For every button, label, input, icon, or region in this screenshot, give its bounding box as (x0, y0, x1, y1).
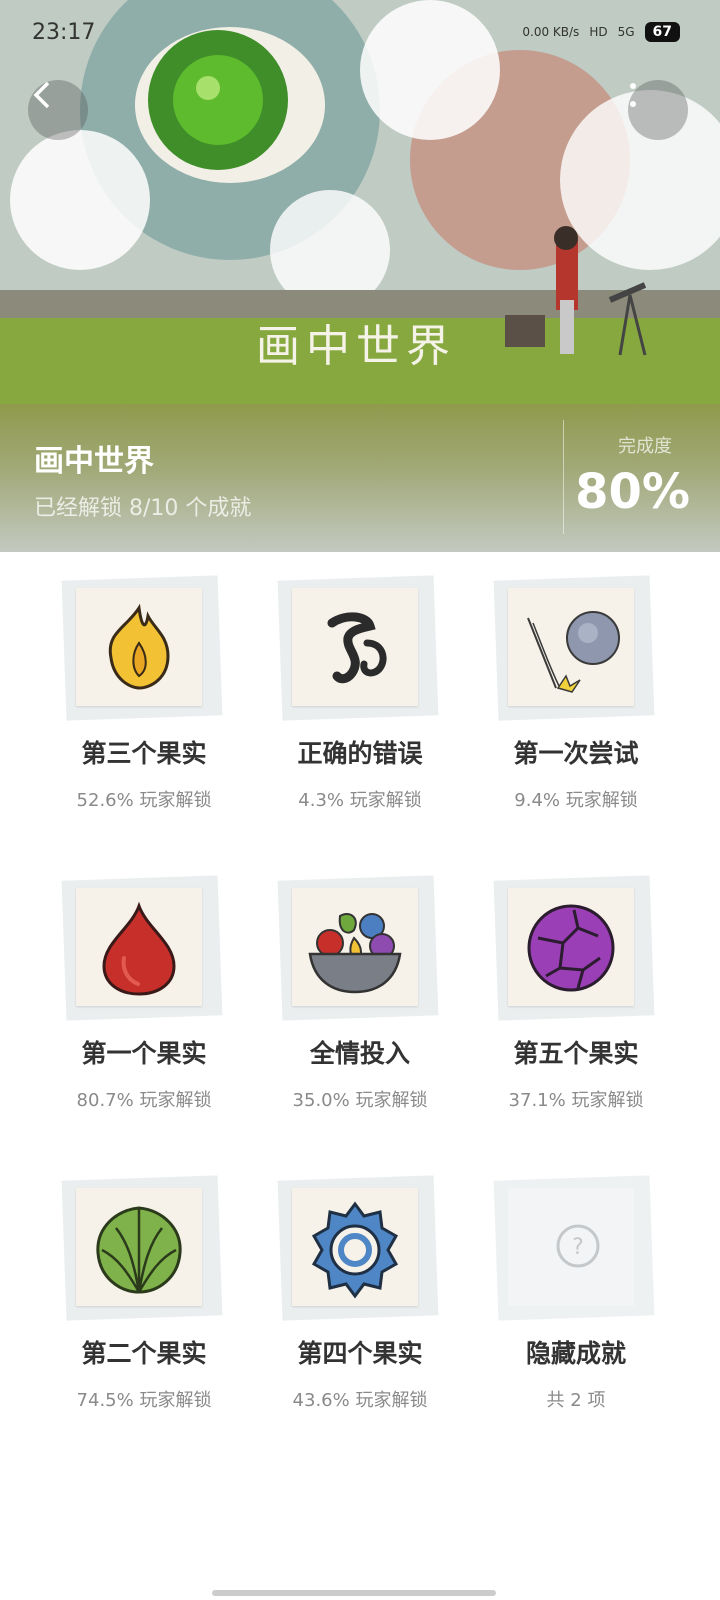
home-indicator[interactable] (212, 1590, 496, 1596)
achievement-unlock-rate: 9.4% 玩家解锁 (514, 790, 638, 811)
achievement-unlock-rate: 37.1% 玩家解锁 (508, 1090, 644, 1111)
completion-value: 80% (575, 464, 690, 520)
signal-icon: 5G (617, 25, 635, 39)
achievement-title: 第五个果实 (513, 1039, 639, 1068)
more-vertical-icon (630, 83, 636, 107)
game-info-header: 画中世界 已经解锁 8/10 个成就 完成度 80% (0, 404, 720, 552)
achievement-title: 隐藏成就 (525, 1339, 626, 1368)
card-paper (76, 1188, 202, 1306)
battery-icon: 67 (644, 22, 680, 42)
achievement-title: 正确的错误 (297, 739, 423, 768)
puff-ball-icon (527, 611, 620, 693)
achievement-unlock-rate: 74.5% 玩家解锁 (76, 1390, 212, 1411)
achievement-unlock-rate: 80.7% 玩家解锁 (76, 1090, 212, 1111)
purple-cracked-ball-icon (527, 904, 615, 992)
card-paper: ? (508, 1188, 634, 1306)
more-options-button[interactable] (628, 80, 688, 140)
red-drop-fruit-icon (102, 901, 176, 996)
back-button[interactable] (28, 80, 88, 140)
achievement-title: 全情投入 (309, 1039, 410, 1068)
fruit-bowl-icon (308, 912, 402, 994)
achievement-unlock-rate: 35.0% 玩家解锁 (292, 1090, 428, 1111)
card-paper (508, 588, 634, 706)
achievement-title: 第四个果实 (297, 1339, 423, 1368)
achievement-card[interactable]: 第四个果实 43.6% 玩家解锁 (252, 1175, 468, 1426)
green-leaf-fruit-icon (96, 1206, 182, 1294)
achievement-card[interactable]: 第一次尝试 9.4% 玩家解锁 (468, 575, 684, 826)
swirl-symbol-icon (327, 612, 387, 684)
achievement-card[interactable]: 第二个果实 74.5% 玩家解锁 (36, 1175, 252, 1426)
achievement-card[interactable]: 全情投入 35.0% 玩家解锁 (252, 875, 468, 1126)
svg-text:?: ? (572, 1235, 584, 1260)
completion-label: 完成度 (618, 436, 672, 457)
banner-logo-text: 画中世界 (256, 321, 456, 372)
hidden-question-icon: ? (556, 1224, 600, 1268)
achievement-grid: 第三个果实 52.6% 玩家解锁 正确的错误 4.3% 玩家解锁 第一次尝试 9… (36, 575, 684, 1426)
status-bar: 23:17 0.00 KB/s HD 5G 67 (0, 0, 720, 70)
unlock-summary: 已经解锁 8/10 个成就 (34, 496, 252, 521)
achievement-title: 第二个果实 (81, 1339, 207, 1368)
achievement-card[interactable]: 第三个果实 52.6% 玩家解锁 (36, 575, 252, 826)
card-paper (292, 888, 418, 1006)
achievement-title: 第一次尝试 (513, 739, 639, 768)
achievement-title: 第一个果实 (81, 1039, 207, 1068)
game-title: 画中世界 (34, 444, 154, 479)
blue-gear-fruit-icon (311, 1201, 399, 1299)
hidden-achievement-count: 共 2 项 (546, 1390, 606, 1411)
achievement-unlock-rate: 4.3% 玩家解锁 (298, 790, 422, 811)
chevron-left-icon (33, 81, 50, 109)
card-paper (76, 888, 202, 1006)
card-paper (292, 588, 418, 706)
achievement-unlock-rate: 43.6% 玩家解锁 (292, 1390, 428, 1411)
card-paper (292, 1188, 418, 1306)
card-paper (508, 888, 634, 1006)
card-paper (76, 588, 202, 706)
status-time: 23:17 (32, 20, 96, 45)
achievement-card[interactable]: 正确的错误 4.3% 玩家解锁 (252, 575, 468, 826)
achievement-card[interactable]: 第一个果实 80.7% 玩家解锁 (36, 875, 252, 1126)
header-divider (563, 420, 564, 534)
network-speed: 0.00 KB/s (522, 25, 580, 39)
achievement-card[interactable]: 第五个果实 37.1% 玩家解锁 (468, 875, 684, 1126)
hd-icon: HD (589, 25, 608, 39)
game-banner: 画中世界 23:17 0.00 KB/s HD 5G 67 (0, 0, 720, 404)
flame-fruit-icon (108, 603, 170, 690)
achievement-title: 第三个果实 (81, 739, 207, 768)
hidden-achievement-card[interactable]: ? 隐藏成就 共 2 项 (468, 1175, 684, 1426)
achievement-unlock-rate: 52.6% 玩家解锁 (76, 790, 212, 811)
status-icons: 0.00 KB/s HD 5G 67 (522, 22, 680, 42)
